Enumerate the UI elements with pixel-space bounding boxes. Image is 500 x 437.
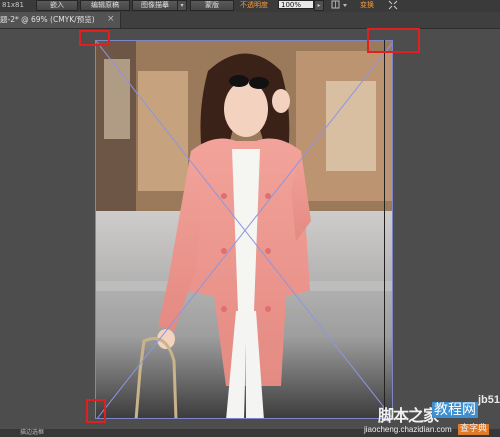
image-trace-button[interactable]: 图像描摹	[132, 0, 178, 11]
image-trace-dropdown[interactable]: ▾	[177, 0, 187, 11]
corner-highlight-top-right	[367, 28, 420, 53]
transform-label[interactable]: 变换	[360, 1, 374, 10]
opacity-field[interactable]: 100%	[278, 0, 314, 9]
watermark-brand-b: 教程网	[432, 402, 478, 418]
image-bounding-box-cross	[96, 41, 392, 418]
chevron-down-icon: ▾	[180, 2, 184, 9]
corner-highlight-top-left	[79, 30, 110, 46]
document-tab-title: 题-2* @ 69% (CMYK/预览)	[0, 15, 95, 24]
corner-highlight-bottom-left	[86, 399, 106, 423]
align-grid-icon	[331, 0, 347, 9]
close-icon[interactable]: ×	[107, 14, 115, 24]
artboard-edge-guide	[384, 40, 385, 419]
mask-button[interactable]: 蒙版	[190, 0, 234, 11]
chevron-down-icon: ▸	[317, 2, 321, 9]
isolate-icon	[388, 0, 398, 10]
edit-original-button[interactable]: 编辑原稿	[80, 0, 130, 11]
watermark-brand-a: 脚本之家	[378, 406, 439, 425]
document-tab[interactable]: 题-2* @ 69% (CMYK/预览) ×	[0, 12, 121, 28]
embed-button[interactable]: 嵌入	[36, 0, 78, 11]
status-text: 描边选框	[20, 429, 45, 436]
placed-image[interactable]	[95, 40, 393, 419]
opacity-dropdown[interactable]: ▸	[314, 0, 324, 11]
watermark-domain-b: 查字典	[458, 424, 490, 435]
isolate-button[interactable]	[388, 0, 398, 10]
opacity-label[interactable]: 不透明度	[240, 1, 268, 10]
watermark-site: jb51.net	[478, 394, 500, 406]
size-readout: 81x81	[2, 1, 24, 9]
document-tab-bar: 题-2* @ 69% (CMYK/预览) ×	[0, 12, 500, 29]
watermark: jb51.net 脚本之家 教程网 jiaocheng.chazidian.co…	[360, 388, 500, 437]
watermark-domain: jiaocheng.chazidian.com	[364, 425, 452, 434]
align-options-button[interactable]	[330, 0, 352, 10]
